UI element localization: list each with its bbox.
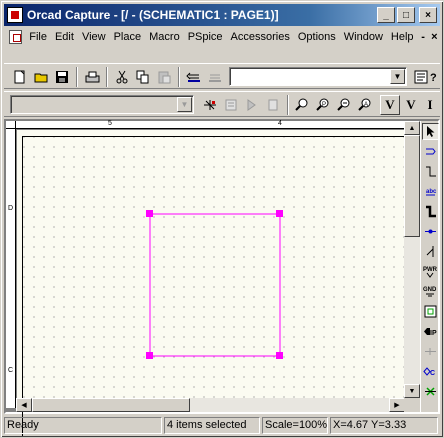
menu-pspice[interactable]: PSpice [184, 31, 227, 43]
place-no-connect-icon[interactable] [422, 383, 439, 400]
selected-rectangle[interactable] [149, 213, 281, 357]
paste-icon[interactable] [154, 67, 174, 87]
selection-layer [146, 210, 283, 359]
palette-label: IP [430, 330, 437, 337]
copy-icon[interactable] [133, 67, 153, 87]
mdi-close-button[interactable]: × [429, 31, 440, 43]
ruler-label: D [8, 205, 14, 212]
place-junction-icon[interactable] [422, 223, 439, 240]
place-part-icon[interactable] [422, 143, 439, 160]
svg-text:A: A [364, 102, 368, 108]
place-off-page-connector-icon[interactable]: C [422, 363, 439, 380]
status-selection-count: 4 items selected [164, 417, 260, 434]
place-power-icon[interactable]: PWR [422, 263, 439, 280]
palette-label: PWR [423, 267, 438, 273]
horizontal-scroll-thumb[interactable] [32, 398, 190, 412]
menu-window[interactable]: Window [340, 31, 387, 43]
cut-icon[interactable] [112, 67, 132, 87]
menu-edit[interactable]: Edit [51, 31, 78, 43]
menu-accessories[interactable]: Accessories [227, 31, 294, 43]
undo-icon[interactable] [184, 67, 204, 87]
save-icon[interactable] [52, 67, 72, 87]
scroll-up-button[interactable]: ▲ [404, 121, 420, 135]
place-port-icon[interactable]: IP [422, 323, 439, 340]
zoom-combo[interactable]: ▼ [10, 95, 194, 114]
place-wire-icon[interactable] [422, 163, 439, 180]
drc-icon[interactable] [200, 95, 220, 115]
scroll-down-button[interactable]: ▼ [404, 384, 420, 398]
standard-toolbar: ▼ ? [4, 63, 440, 89]
chevron-down-icon[interactable]: ▼ [390, 69, 405, 84]
status-scale: Scale=100% [262, 417, 328, 434]
ruler-label: C [8, 367, 14, 374]
menu-view[interactable]: View [78, 31, 110, 43]
svg-text:P: P [322, 102, 326, 108]
menu-file[interactable]: File [25, 31, 51, 43]
selection-handle[interactable] [146, 210, 153, 217]
selection-handle[interactable] [276, 210, 283, 217]
redo-icon[interactable] [205, 67, 225, 87]
scroll-left-button[interactable]: ◀ [16, 398, 32, 412]
app-icon[interactable] [7, 7, 23, 23]
selection-handle[interactable] [146, 352, 153, 359]
print-icon[interactable] [82, 67, 102, 87]
place-hierarchical-block-icon[interactable] [422, 303, 439, 320]
part-search-combo[interactable]: ▼ [229, 67, 407, 86]
mdi-minimize-button[interactable]: - [418, 31, 429, 43]
schematic-canvas[interactable] [17, 130, 422, 436]
title-bar[interactable]: Orcad Capture - [/ - (SCHEMATIC1 : PAGE1… [4, 4, 440, 26]
place-net-alias-icon[interactable]: abc [422, 183, 439, 200]
palette-label: C [430, 370, 435, 377]
svg-text:abc: abc [426, 189, 437, 195]
horizontal-scrollbar[interactable]: ◀ ▶ [16, 398, 405, 412]
place-bus-entry-icon[interactable] [422, 243, 439, 260]
document-icon[interactable] [9, 30, 23, 44]
ruler-label: 4 [278, 120, 282, 127]
vertical-scrollbar[interactable]: ▲ ▼ [404, 121, 420, 398]
new-icon[interactable] [10, 67, 30, 87]
help-icon[interactable]: ? [428, 67, 440, 87]
menu-help[interactable]: Help [387, 31, 418, 43]
close-button[interactable]: × [419, 7, 437, 23]
voltage-differential-marker-button[interactable]: V [401, 95, 421, 115]
menu-macro[interactable]: Macro [145, 31, 184, 43]
window-title: Orcad Capture - [/ - (SCHEMATIC1 : PAGE1… [27, 8, 279, 22]
voltage-marker-button[interactable]: V [380, 95, 400, 115]
current-marker-button[interactable]: I [422, 95, 438, 115]
vertical-scroll-thumb[interactable] [404, 135, 420, 237]
find-net-icon[interactable] [334, 95, 354, 115]
selection-handle[interactable] [276, 352, 283, 359]
minimize-button[interactable]: _ [377, 7, 395, 23]
vertical-ruler: D C [6, 129, 16, 408]
schematic-toolbar: ▼ P A V V I [4, 91, 440, 117]
menu-options[interactable]: Options [294, 31, 340, 43]
status-ready: Ready [4, 417, 162, 434]
menu-place[interactable]: Place [110, 31, 146, 43]
annotate-icon[interactable] [242, 95, 262, 115]
bom-icon[interactable] [263, 95, 283, 115]
place-bus-icon[interactable] [422, 203, 439, 220]
select-icon[interactable] [422, 123, 439, 140]
find-part-icon[interactable]: P [313, 95, 333, 115]
palette-label: GND [423, 287, 437, 293]
find-text-icon[interactable]: A [355, 95, 375, 115]
scroll-right-button[interactable]: ▶ [389, 398, 405, 412]
maximize-button[interactable]: □ [397, 7, 415, 23]
find-icon[interactable] [292, 95, 312, 115]
netlist-icon[interactable] [221, 95, 241, 115]
place-pin-icon[interactable] [422, 343, 439, 360]
place-ground-icon[interactable]: GND [422, 283, 439, 300]
svg-text:?: ? [430, 72, 437, 84]
menu-bar: File Edit View Place Macro PSpice Access… [4, 28, 440, 46]
status-coordinates: X=4.67 Y=3.33 [330, 417, 438, 434]
schematic-page-window: 5 4 D C ▲ ▼ ◀ ▶ abc PWR GND IP C [4, 119, 440, 436]
tool-palette: abc PWR GND IP C [420, 121, 439, 412]
chevron-down-icon[interactable]: ▼ [177, 97, 192, 112]
application-window: Orcad Capture - [/ - (SCHEMATIC1 : PAGE1… [0, 0, 444, 438]
horizontal-ruler: 5 4 [16, 120, 416, 129]
ruler-label: 5 [108, 120, 112, 127]
status-bar: Ready 4 items selected Scale=100% X=4.67… [4, 416, 440, 435]
open-icon[interactable] [31, 67, 51, 87]
